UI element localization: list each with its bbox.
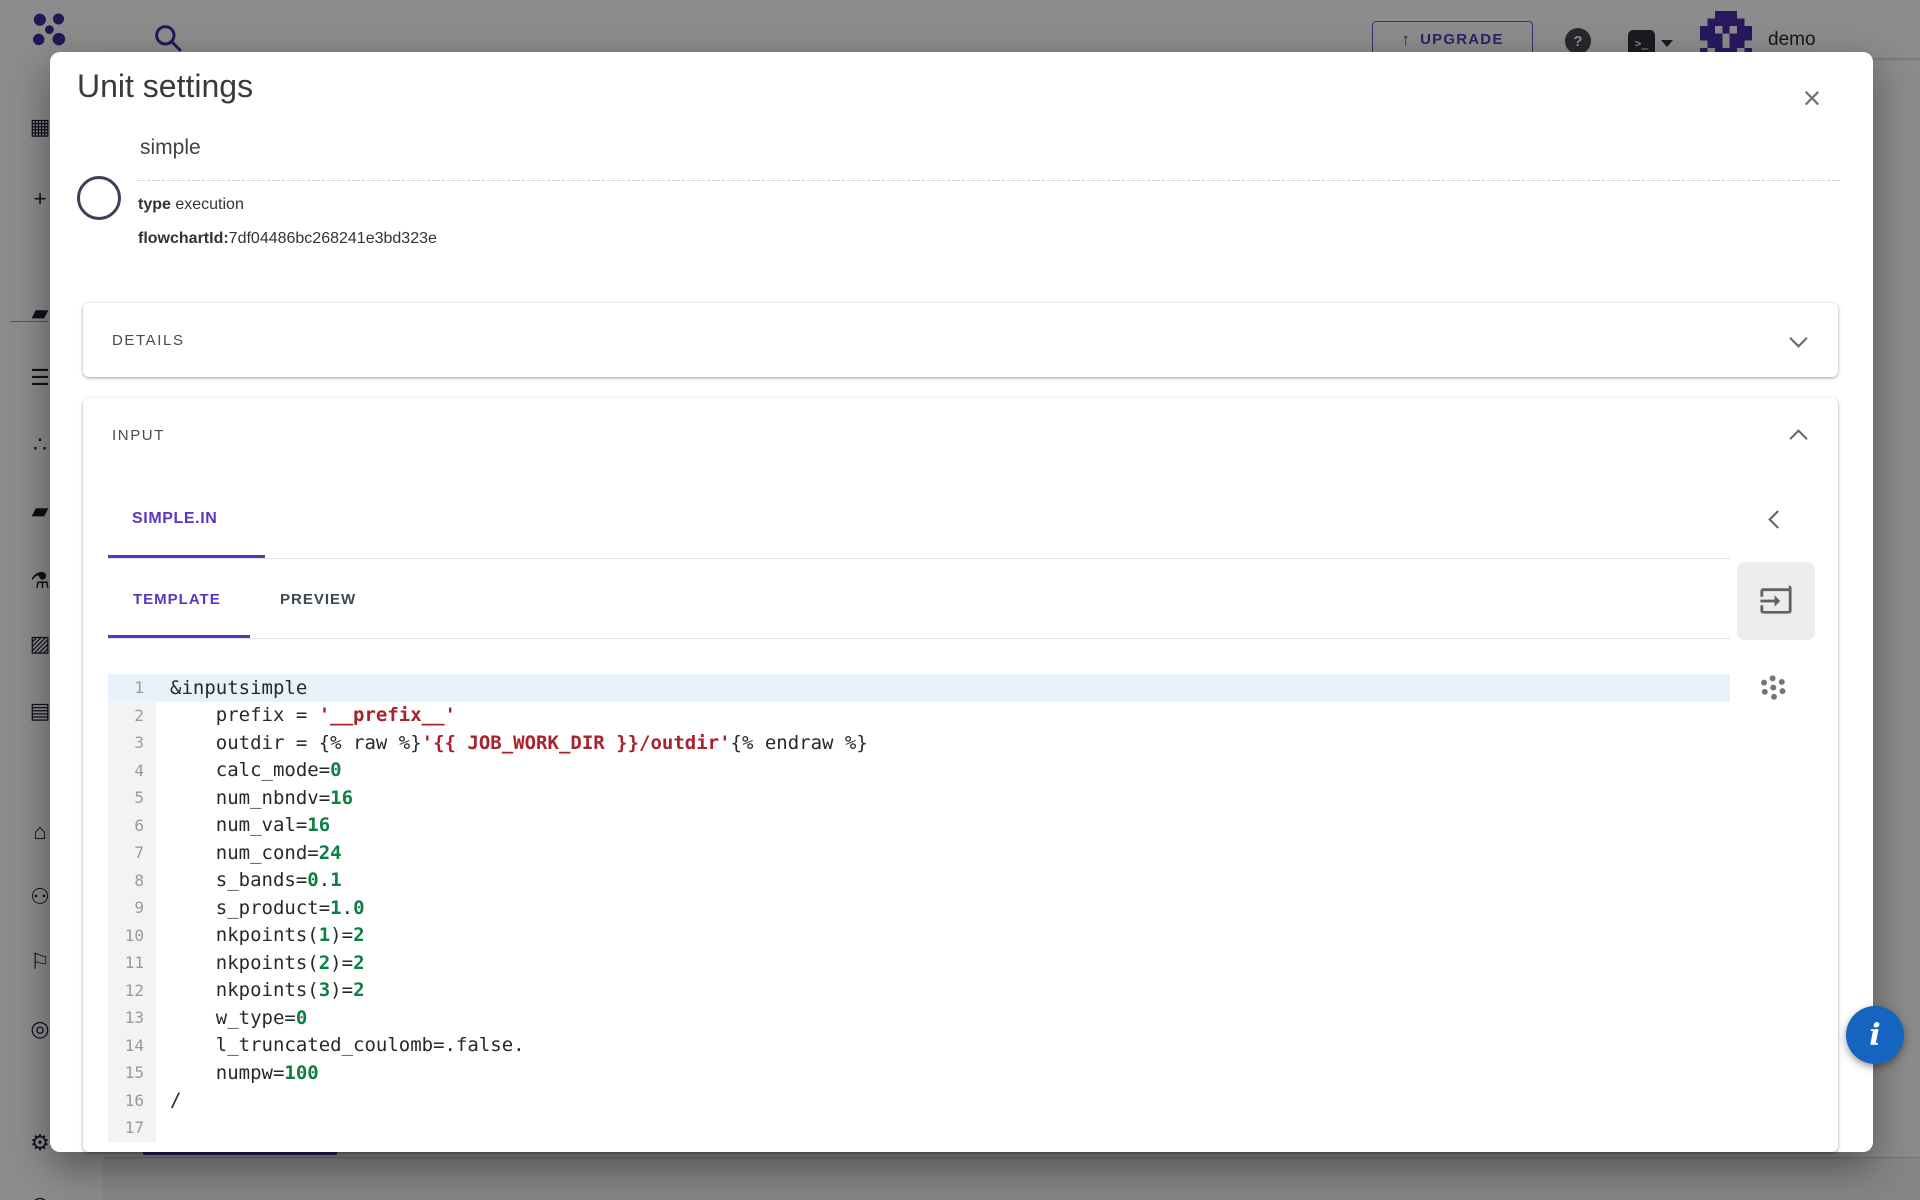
line-number: 4 — [108, 757, 156, 785]
code-line-content[interactable]: s_bands=0.1 — [156, 867, 1730, 895]
code-editor: 1&inputsimple2 prefix = '__prefix__'3 ou… — [108, 674, 1730, 1142]
code-line-content[interactable]: num_cond=24 — [156, 839, 1730, 867]
info-button[interactable]: i — [1846, 1006, 1904, 1064]
line-number: 7 — [108, 839, 156, 867]
line-number: 16 — [108, 1087, 156, 1115]
code-line-content[interactable]: nkpoints(2)=2 — [156, 949, 1730, 977]
input-section-label: INPUT — [112, 427, 165, 444]
chevron-down-icon[interactable] — [1789, 329, 1807, 347]
code-line[interactable]: 5 num_nbndv=16 — [108, 784, 1730, 812]
tab-template[interactable]: TEMPLATE — [133, 591, 221, 608]
unit-type-row: type execution — [138, 196, 244, 214]
code-line[interactable]: 8 s_bands=0.1 — [108, 867, 1730, 895]
screen: ↑ UPGRADE ? >_ demo ▦+▰☰∴▰⚗▨▤⌂⚇⚐◎⚙ — [0, 0, 1920, 1200]
line-number: 8 — [108, 867, 156, 895]
file-tab-border — [108, 558, 1730, 559]
code-line[interactable]: 11 nkpoints(2)=2 — [108, 949, 1730, 977]
open-input-button[interactable] — [1737, 562, 1815, 640]
code-line[interactable]: 16/ — [108, 1087, 1730, 1115]
flowchart-id-label: flowchartId: — [138, 230, 229, 247]
line-number: 13 — [108, 1004, 156, 1032]
code-line-content[interactable]: num_nbndv=16 — [156, 784, 1730, 812]
code-line[interactable]: 17 — [108, 1114, 1730, 1142]
code-line-content[interactable]: prefix = '__prefix__' — [156, 702, 1730, 730]
line-number: 9 — [108, 894, 156, 922]
code-line-content[interactable]: s_product=1.0 — [156, 894, 1730, 922]
unit-type-label: type — [138, 196, 171, 213]
code-line[interactable]: 6 num_val=16 — [108, 812, 1730, 840]
line-number: 2 — [108, 702, 156, 730]
code-line[interactable]: 4 calc_mode=0 — [108, 757, 1730, 785]
close-icon[interactable]: × — [1792, 78, 1832, 118]
code-line[interactable]: 7 num_cond=24 — [108, 839, 1730, 867]
code-line-content[interactable]: outdir = {% raw %}'{{ JOB_WORK_DIR }}/ou… — [156, 729, 1730, 757]
code-line-content[interactable]: l_truncated_coulomb=.false. — [156, 1032, 1730, 1060]
code-line[interactable]: 10 nkpoints(1)=2 — [108, 922, 1730, 950]
input-accordion: INPUT SIMPLE.IN TEMPLATE PREVIEW 1&input… — [83, 398, 1838, 1152]
unit-divider — [137, 180, 1840, 181]
code-line[interactable]: 1&inputsimple — [108, 674, 1730, 702]
drag-dots-icon[interactable] — [1751, 666, 1797, 712]
code-line[interactable]: 3 outdir = {% raw %}'{{ JOB_WORK_DIR }}/… — [108, 729, 1730, 757]
unit-name: simple — [140, 136, 201, 160]
code-line-content[interactable]: w_type=0 — [156, 1004, 1730, 1032]
line-number: 1 — [108, 674, 156, 702]
line-number: 6 — [108, 812, 156, 840]
dialog-title: Unit settings — [77, 68, 253, 105]
unit-settings-dialog: Unit settings × simple type execution fl… — [50, 52, 1873, 1152]
details-accordion[interactable]: DETAILS — [83, 303, 1838, 377]
code-line[interactable]: 13 w_type=0 — [108, 1004, 1730, 1032]
input-arrow-icon — [1759, 584, 1793, 618]
code-line[interactable]: 15 numpw=100 — [108, 1059, 1730, 1087]
line-number: 5 — [108, 784, 156, 812]
code-line-content[interactable]: nkpoints(1)=2 — [156, 922, 1730, 950]
code-line[interactable]: 9 s_product=1.0 — [108, 894, 1730, 922]
code-line-content[interactable] — [156, 1114, 1730, 1142]
unit-flowchart-row: flowchartId:7df04486bc268241e3bd323e — [138, 230, 437, 248]
code-line-content[interactable]: calc_mode=0 — [156, 757, 1730, 785]
details-section-label: DETAILS — [112, 332, 185, 349]
unit-status-circle-icon — [77, 176, 121, 220]
code-line-content[interactable]: nkpoints(3)=2 — [156, 977, 1730, 1005]
tab-simple-in[interactable]: SIMPLE.IN — [132, 510, 217, 528]
line-number: 10 — [108, 922, 156, 950]
code-line-content[interactable]: / — [156, 1087, 1730, 1115]
unit-type-value: execution — [171, 196, 244, 213]
tab-preview[interactable]: PREVIEW — [280, 591, 356, 608]
line-number: 12 — [108, 977, 156, 1005]
code-line-content[interactable]: numpw=100 — [156, 1059, 1730, 1087]
code-line-content[interactable]: num_val=16 — [156, 812, 1730, 840]
line-number: 17 — [108, 1114, 156, 1142]
line-number: 3 — [108, 729, 156, 757]
chevron-up-icon[interactable] — [1789, 429, 1807, 447]
line-number: 14 — [108, 1032, 156, 1060]
code-line[interactable]: 2 prefix = '__prefix__' — [108, 702, 1730, 730]
flowchart-id-value: 7df04486bc268241e3bd323e — [229, 230, 437, 247]
line-number: 15 — [108, 1059, 156, 1087]
code-line[interactable]: 12 nkpoints(3)=2 — [108, 977, 1730, 1005]
code-line[interactable]: 14 l_truncated_coulomb=.false. — [108, 1032, 1730, 1060]
code-line-content[interactable]: &inputsimple — [156, 674, 1730, 702]
chevron-left-icon[interactable] — [1768, 510, 1786, 528]
line-number: 11 — [108, 949, 156, 977]
editor-tab-border — [108, 638, 1730, 639]
